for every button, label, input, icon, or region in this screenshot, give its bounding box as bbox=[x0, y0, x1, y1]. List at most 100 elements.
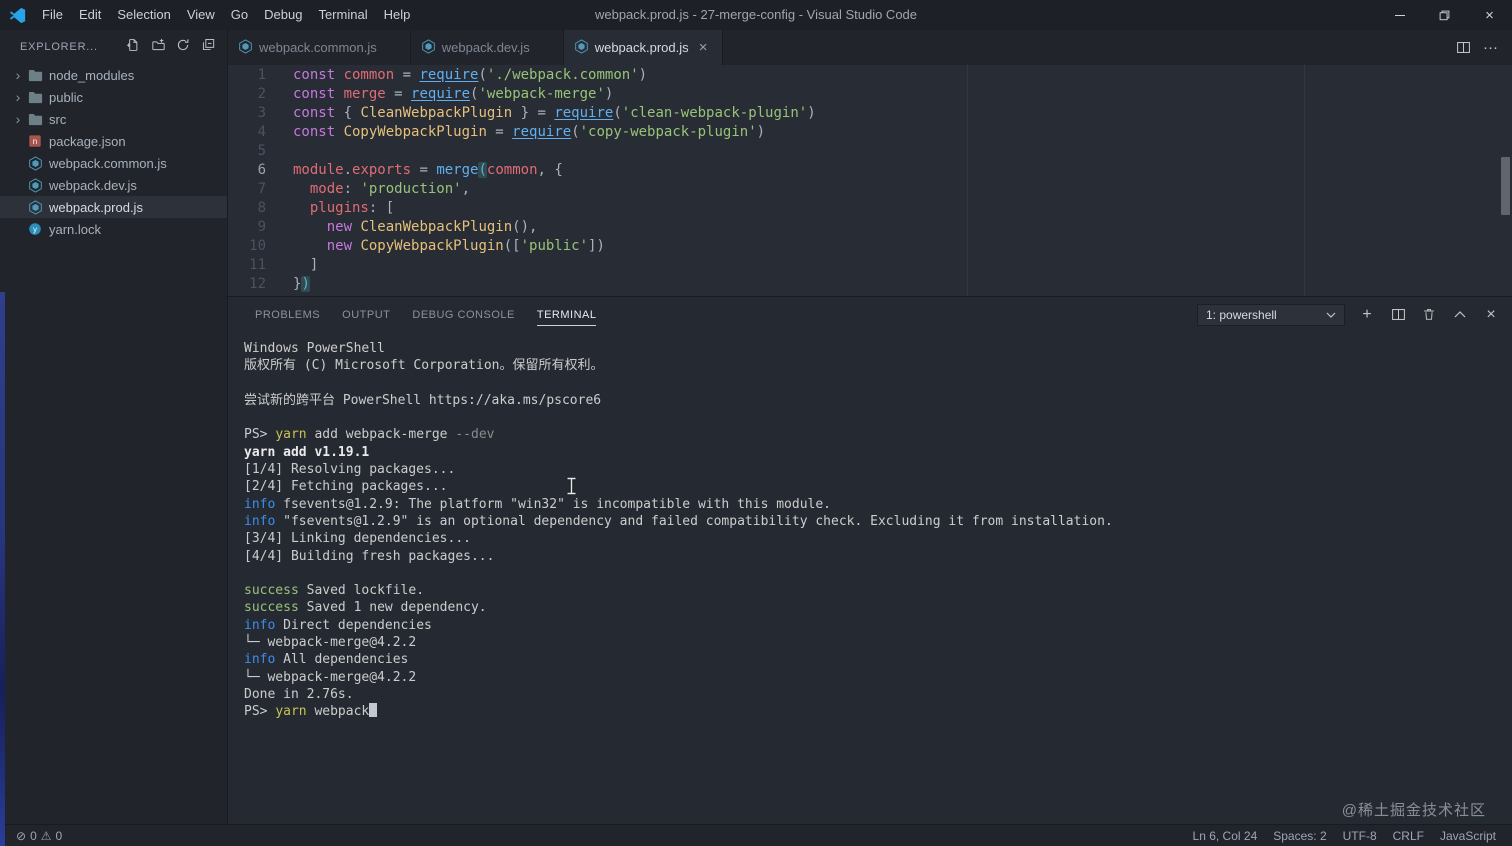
restore-button[interactable] bbox=[1422, 0, 1467, 30]
more-actions-button[interactable]: ··· bbox=[1483, 39, 1498, 56]
webpack-icon bbox=[421, 38, 436, 57]
panel-tab-terminal[interactable]: TERMINAL bbox=[526, 297, 608, 332]
tree-item-webpack.dev.js[interactable]: webpack.dev.js bbox=[0, 174, 227, 196]
tree-item-label: package.json bbox=[49, 133, 126, 149]
panel-actions: 1: powershell + × bbox=[1197, 303, 1500, 326]
panel-header: PROBLEMS OUTPUT DEBUG CONSOLE TERMINAL 1: p… bbox=[228, 297, 1512, 332]
menu-debug[interactable]: Debug bbox=[256, 0, 310, 30]
panel-tab-output[interactable]: OUTPUT bbox=[331, 297, 401, 332]
new-folder-button[interactable] bbox=[147, 36, 169, 58]
new-terminal-button[interactable]: + bbox=[1358, 306, 1376, 324]
minimize-icon bbox=[1394, 14, 1405, 16]
menu-help[interactable]: Help bbox=[376, 0, 419, 30]
split-terminal-icon bbox=[1391, 309, 1405, 320]
terminal-line: PS> yarn add webpack-merge --dev bbox=[244, 427, 495, 443]
menu-edit[interactable]: Edit bbox=[71, 0, 109, 30]
status-bar: ⊘ 0 ⚠ 0 Ln 6, Col 24 Spaces: 2 UTF-8 CRLF Ja… bbox=[0, 824, 1512, 846]
code-text: module.exports = merge(common, { bbox=[293, 162, 563, 178]
terminal-line: info Direct dependencies bbox=[244, 617, 432, 633]
tab-webpack.common.js[interactable]: webpack.common.js× bbox=[228, 30, 411, 65]
code-text: new CleanWebpackPlugin(), bbox=[326, 219, 538, 235]
terminal-line: [1/4] Resolving packages... bbox=[244, 462, 456, 478]
terminal-line: info All dependencies bbox=[244, 652, 409, 668]
tree-item-public[interactable]: › public bbox=[0, 86, 227, 108]
terminal-line: info fsevents@1.2.9: The platform "win32… bbox=[244, 496, 832, 512]
yarn-icon: y bbox=[27, 221, 43, 237]
menu-terminal[interactable]: Terminal bbox=[310, 0, 375, 30]
tree-item-label: webpack.common.js bbox=[49, 155, 167, 171]
tree-item-src[interactable]: › src bbox=[0, 108, 227, 130]
status-javascript[interactable]: JavaScript bbox=[1440, 829, 1496, 843]
restore-icon bbox=[1439, 10, 1450, 20]
terminal-line: success Saved 1 new dependency. bbox=[244, 600, 487, 616]
tab-webpack.dev.js[interactable]: webpack.dev.js× bbox=[410, 30, 564, 65]
terminal[interactable]: Windows PowerShell 版权所有 (C) Microsoft Cor… bbox=[228, 332, 1498, 824]
tree-item-yarn.lock[interactable]: y yarn.lock bbox=[0, 218, 227, 240]
line-number: 4 bbox=[257, 124, 266, 140]
terminal-shell-select[interactable]: 1: powershell bbox=[1197, 303, 1345, 326]
collapse-all-button[interactable] bbox=[197, 36, 219, 58]
new-file-button[interactable] bbox=[122, 36, 144, 58]
tree-item-node_modules[interactable]: › node_modules bbox=[0, 64, 227, 86]
close-window-button[interactable]: × bbox=[1467, 0, 1512, 30]
terminal-line: 版权所有 (C) Microsoft Corporation。保留所有权利。 bbox=[244, 358, 604, 374]
status-utf-8[interactable]: UTF-8 bbox=[1343, 829, 1377, 843]
status-spaces-2[interactable]: Spaces: 2 bbox=[1273, 829, 1326, 843]
folder-icon bbox=[27, 67, 43, 83]
tree-item-webpack.prod.js[interactable]: webpack.prod.js bbox=[0, 196, 227, 218]
webpack-icon bbox=[27, 177, 43, 193]
code-content: 1 const common = require('./webpack.commo… bbox=[228, 65, 1512, 294]
tree-item-webpack.common.js[interactable]: webpack.common.js bbox=[0, 152, 227, 174]
menu-file[interactable]: File bbox=[34, 0, 71, 30]
terminal-cursor bbox=[369, 703, 378, 718]
code-line: 12}) bbox=[228, 275, 1512, 294]
tree-item-label: webpack.prod.js bbox=[49, 199, 143, 215]
tree-item-package.json[interactable]: n package.json bbox=[0, 130, 227, 152]
explorer-header: EXPLORER... bbox=[0, 30, 227, 64]
new-folder-icon bbox=[151, 38, 166, 57]
minimize-button[interactable] bbox=[1377, 0, 1422, 30]
close-icon[interactable]: × bbox=[695, 39, 712, 56]
explorer-sidebar: EXPLORER... › node_modules › public › src n pac… bbox=[0, 30, 228, 824]
code-line: 9 new CleanWebpackPlugin(), bbox=[228, 218, 1512, 237]
editor-scrollbar[interactable] bbox=[1501, 157, 1510, 215]
code-line: 11 ] bbox=[228, 256, 1512, 275]
kill-terminal-button[interactable] bbox=[1420, 306, 1438, 324]
panel-tab-problems[interactable]: PROBLEMS bbox=[244, 297, 331, 332]
line-number: 12 bbox=[249, 276, 266, 292]
panel-tab-debug-console[interactable]: DEBUG CONSOLE bbox=[401, 297, 525, 332]
line-number: 9 bbox=[257, 219, 266, 235]
terminal-line: └─ webpack-merge@4.2.2 bbox=[244, 635, 417, 651]
refresh-button[interactable] bbox=[172, 36, 194, 58]
tree-item-label: src bbox=[49, 111, 67, 127]
menu-selection[interactable]: Selection bbox=[109, 0, 178, 30]
split-terminal-button[interactable] bbox=[1389, 306, 1407, 324]
chevron-up-icon bbox=[1454, 311, 1466, 318]
menu-view[interactable]: View bbox=[179, 0, 223, 30]
close-panel-button[interactable]: × bbox=[1482, 306, 1500, 324]
status-right: Ln 6, Col 24 Spaces: 2 UTF-8 CRLF JavaScript bbox=[1193, 829, 1496, 843]
titlebar: File Edit Selection View Go Debug Terminal Help… bbox=[0, 0, 1512, 30]
svg-text:n: n bbox=[33, 136, 38, 146]
problems-indicator[interactable]: ⊘ 0 ⚠ 0 bbox=[16, 829, 62, 843]
tab-webpack.prod.js[interactable]: webpack.prod.js × bbox=[563, 30, 723, 65]
editor-area: webpack.common.js×webpack.dev.js×webpack… bbox=[228, 30, 1512, 824]
status-ln-6-col-24[interactable]: Ln 6, Col 24 bbox=[1193, 829, 1258, 843]
webpack-icon bbox=[27, 199, 43, 215]
code-text: new CopyWebpackPlugin(['public']) bbox=[326, 238, 605, 254]
chevron-right-icon: › bbox=[15, 111, 21, 127]
menubar: File Edit Selection View Go Debug Terminal Help bbox=[34, 0, 418, 30]
split-editor-button[interactable] bbox=[1456, 40, 1471, 55]
vscode-logo-icon bbox=[0, 7, 34, 24]
maximize-panel-button[interactable] bbox=[1451, 306, 1469, 324]
tab-label: webpack.common.js bbox=[259, 40, 377, 55]
terminal-line: Done in 2.76s. bbox=[244, 686, 354, 702]
tab-label: webpack.prod.js bbox=[594, 40, 689, 55]
menu-go[interactable]: Go bbox=[223, 0, 256, 30]
panel: PROBLEMS OUTPUT DEBUG CONSOLE TERMINAL 1: p… bbox=[228, 296, 1512, 824]
status-crlf[interactable]: CRLF bbox=[1393, 829, 1424, 843]
terminal-line: [3/4] Linking dependencies... bbox=[244, 531, 471, 547]
code-editor[interactable]: 1 const common = require('./webpack.commo… bbox=[228, 65, 1512, 296]
line-number: 1 bbox=[257, 67, 266, 83]
